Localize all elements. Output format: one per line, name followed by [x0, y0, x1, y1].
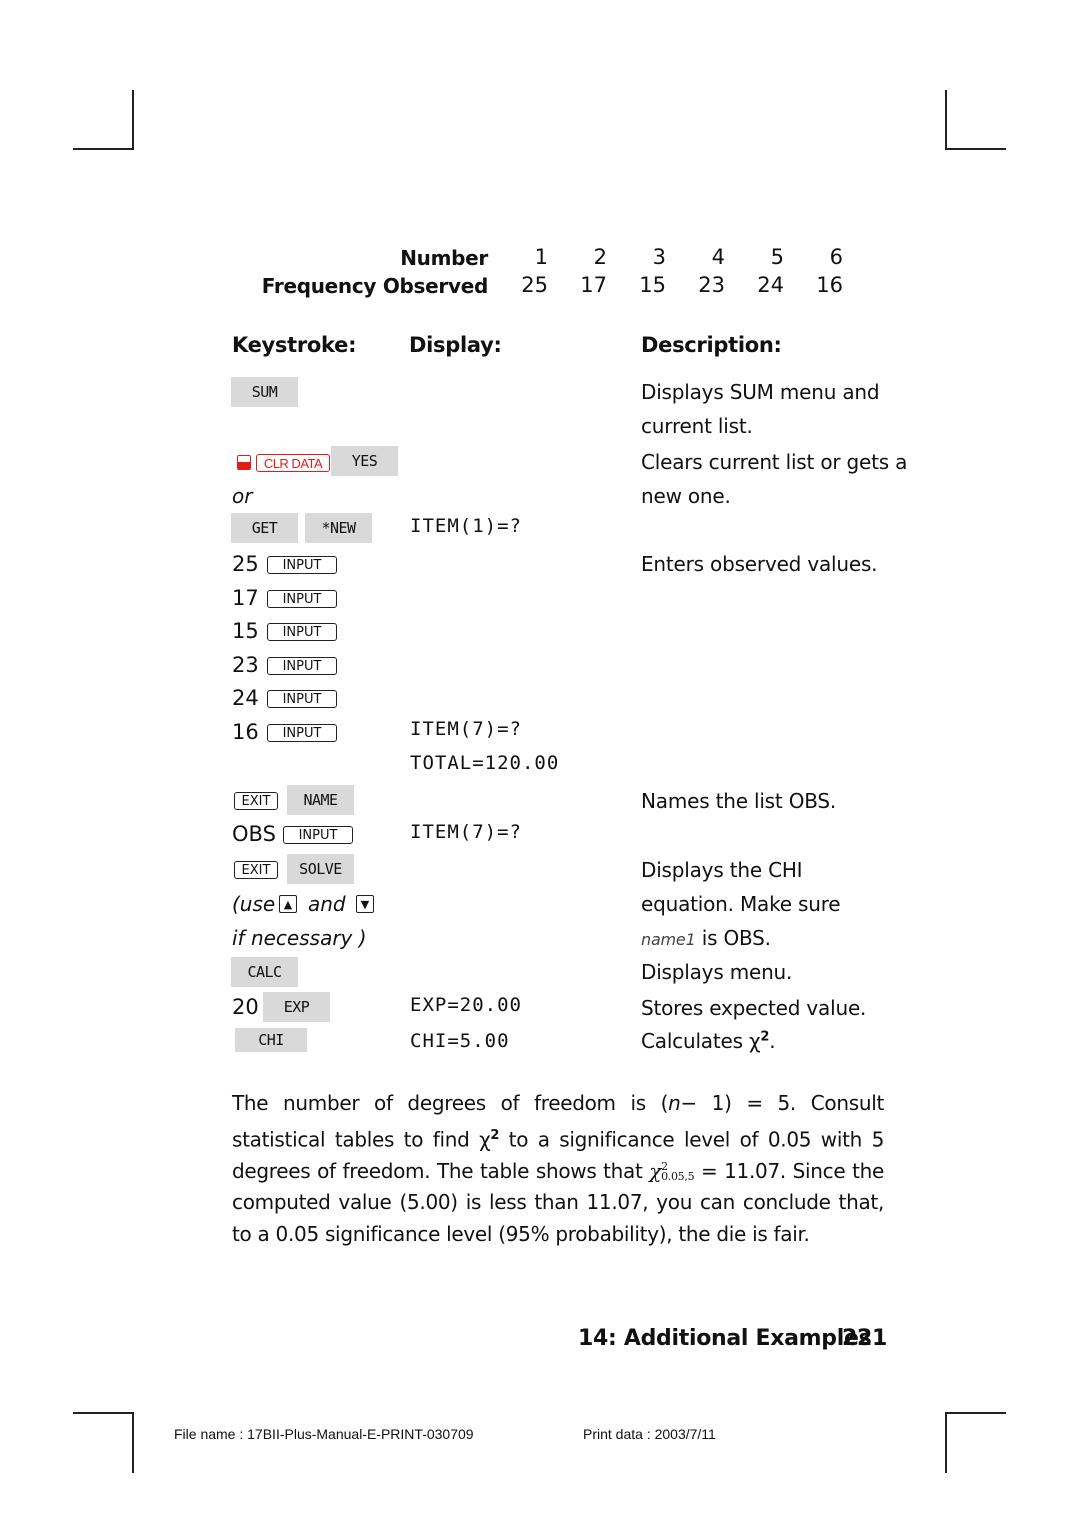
- entry-value: 25: [232, 552, 259, 576]
- number-cell: 3: [652, 245, 666, 269]
- crop-mark-top-right-h: [945, 148, 1006, 150]
- entry-value: 15: [232, 619, 259, 643]
- entry-value: 16: [232, 720, 259, 744]
- crop-mark-top-left-v: [132, 90, 134, 150]
- description-text: Names the list OBS.: [641, 789, 837, 813]
- input-key[interactable]: INPUT: [283, 826, 353, 844]
- description-text: new one.: [641, 484, 731, 508]
- down-arrow-icon: ▼: [360, 897, 370, 911]
- exp-softkey[interactable]: EXP: [263, 992, 330, 1022]
- calc-softkey[interactable]: CALC: [231, 957, 298, 987]
- observed-cell: 17: [580, 273, 607, 297]
- exit-key[interactable]: EXIT: [234, 792, 278, 810]
- crop-mark-bottom-right-h: [945, 1412, 1006, 1414]
- down-arrow-key[interactable]: ▼: [356, 895, 374, 913]
- shift-key-icon[interactable]: [237, 455, 251, 470]
- display-readout: CHI=5.00: [410, 1030, 510, 1052]
- display-readout: TOTAL=120.00: [410, 752, 560, 774]
- obs-entry: OBS: [232, 822, 276, 846]
- description-text: Enters observed values.: [641, 552, 878, 576]
- description-text: current list.: [641, 414, 753, 438]
- crop-mark-bottom-left-v: [132, 1412, 134, 1473]
- or-label: or: [232, 484, 253, 508]
- solve-softkey[interactable]: SOLVE: [287, 854, 354, 884]
- observed-cell: 25: [521, 273, 548, 297]
- description-text: Clears current list or gets a: [641, 450, 908, 474]
- observed-cell: 15: [639, 273, 666, 297]
- input-key[interactable]: INPUT: [267, 590, 337, 608]
- entry-value: 24: [232, 686, 259, 710]
- chapter-title: 14: Additional Examples: [578, 1326, 872, 1351]
- input-key[interactable]: INPUT: [267, 556, 337, 574]
- name1-variable: name1: [641, 930, 696, 949]
- description-text: Stores expected value.: [641, 996, 867, 1020]
- entry-value: 17: [232, 586, 259, 610]
- up-arrow-key[interactable]: ▲: [279, 895, 297, 913]
- number-cell: 4: [711, 245, 725, 269]
- input-key[interactable]: INPUT: [267, 623, 337, 641]
- print-date: Print data : 2003/7/11: [583, 1426, 716, 1442]
- sum-softkey[interactable]: SUM: [231, 377, 298, 407]
- exit-key[interactable]: EXIT: [234, 861, 278, 879]
- get-softkey[interactable]: GET: [231, 513, 298, 543]
- observed-cell: 23: [698, 273, 725, 297]
- yes-softkey[interactable]: YES: [331, 446, 398, 476]
- description-text: Displays SUM menu and: [641, 380, 880, 404]
- and-label: and: [308, 892, 346, 916]
- observed-cell: 24: [757, 273, 784, 297]
- up-arrow-icon: ▲: [283, 897, 293, 911]
- display-readout: ITEM(7)=?: [410, 718, 522, 740]
- header-description: Description:: [641, 333, 782, 357]
- header-display: Display:: [409, 333, 502, 357]
- header-keystroke: Keystroke:: [232, 333, 357, 357]
- observed-cell: 16: [816, 273, 843, 297]
- description-text: Calculates χ2.: [641, 1029, 776, 1053]
- number-cell: 6: [829, 245, 843, 269]
- crop-mark-top-left-h: [73, 148, 134, 150]
- description-text: equation. Make sure: [641, 892, 841, 916]
- input-key[interactable]: INPUT: [267, 657, 337, 675]
- entry-value: 23: [232, 653, 259, 677]
- clr-data-key[interactable]: CLR DATA: [256, 454, 330, 472]
- row-label-number: Number: [400, 246, 488, 270]
- chi-softkey[interactable]: CHI: [235, 1028, 307, 1052]
- crop-mark-bottom-left-h: [73, 1412, 134, 1414]
- use-label: (use: [232, 892, 276, 916]
- chi-square-critical-symbol: χ 2 0.05,5: [649, 1158, 695, 1184]
- description-text: name1 is OBS.: [641, 926, 771, 950]
- input-key[interactable]: INPUT: [267, 724, 337, 742]
- file-name: File name : 17BII-Plus-Manual-E-PRINT-03…: [174, 1426, 474, 1442]
- display-readout: ITEM(1)=?: [410, 515, 522, 537]
- crop-mark-top-right-v: [945, 90, 947, 150]
- number-cell: 1: [534, 245, 548, 269]
- exp-entry: 20: [232, 995, 259, 1019]
- input-key[interactable]: INPUT: [267, 690, 337, 708]
- explanation-paragraph: The number of degrees of freedom is (n− …: [232, 1091, 885, 1246]
- display-readout: ITEM(7)=?: [410, 821, 522, 843]
- number-cell: 2: [593, 245, 607, 269]
- name-softkey[interactable]: NAME: [287, 785, 354, 815]
- new-softkey[interactable]: *NEW: [305, 513, 372, 543]
- page-number: 221: [842, 1326, 888, 1351]
- if-necessary-label: if necessary ): [232, 926, 367, 950]
- row-label-frequency: Frequency Observed: [261, 274, 489, 298]
- description-text: Displays menu.: [641, 960, 793, 984]
- description-text: Displays the CHI: [641, 858, 803, 882]
- display-readout: EXP=20.00: [410, 994, 522, 1016]
- crop-mark-bottom-right-v: [945, 1412, 947, 1473]
- number-cell: 5: [770, 245, 784, 269]
